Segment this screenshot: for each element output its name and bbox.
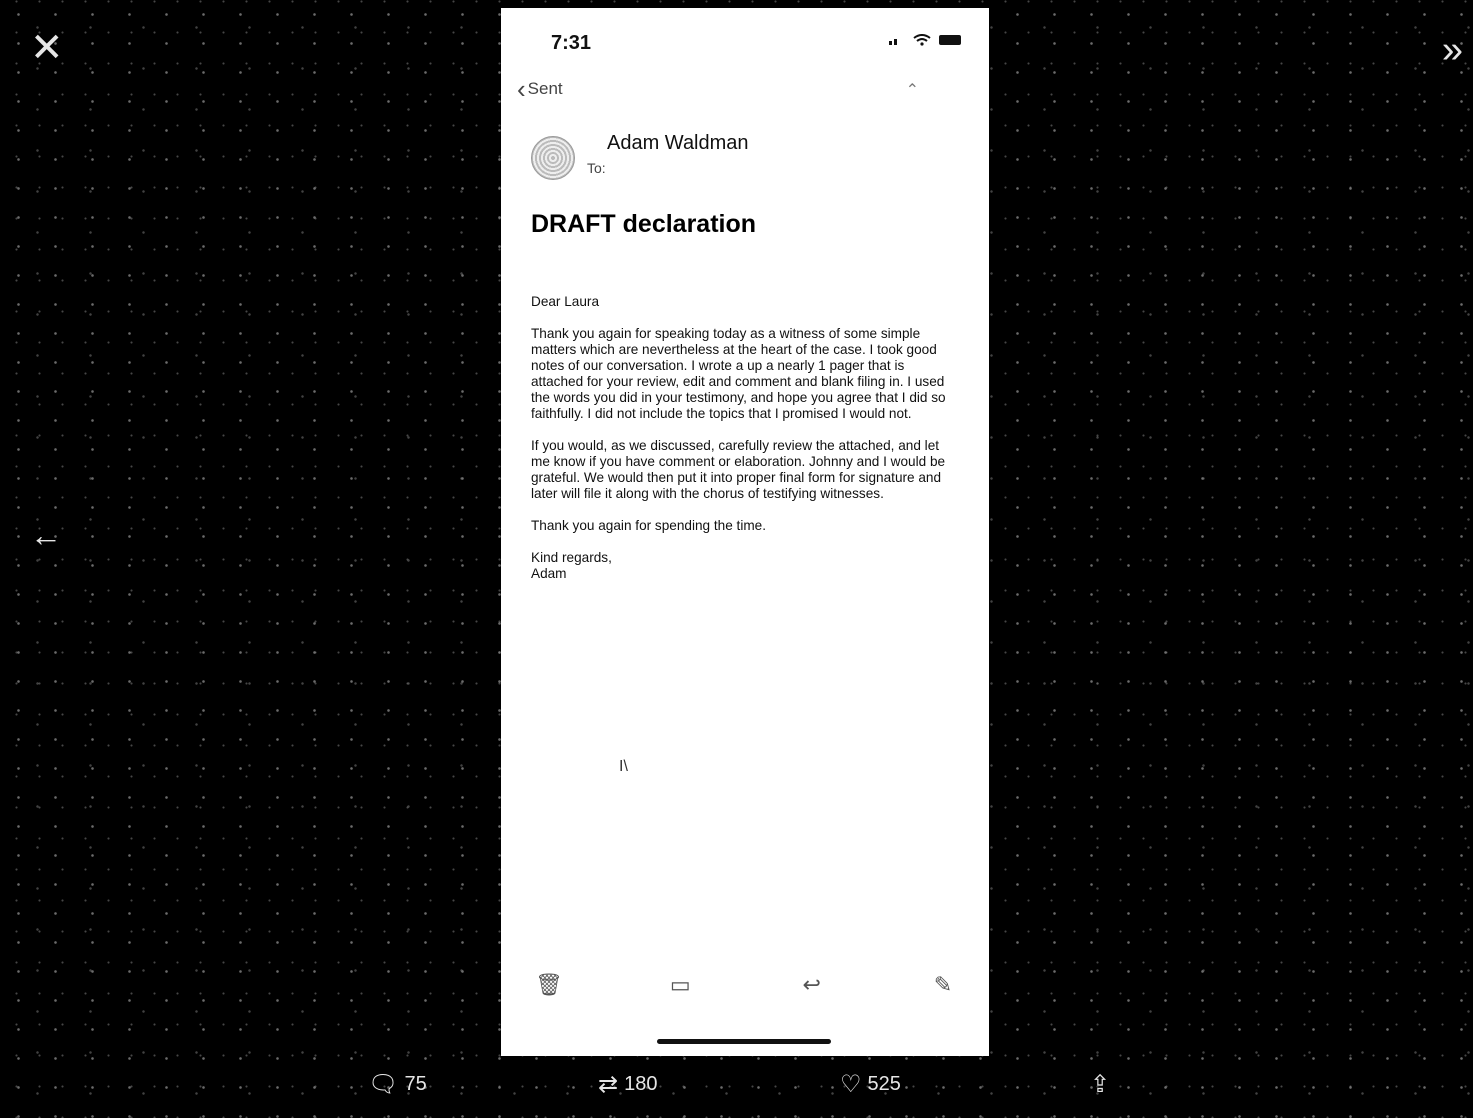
chevrons-right-icon[interactable]: » [1442, 30, 1463, 70]
arrow-left-icon[interactable]: ← [30, 515, 62, 555]
closing: Kind regards, [531, 550, 612, 565]
body-paragraph: If you would, as we discussed, carefully… [531, 438, 946, 501]
reply-icon[interactable]: ↩ [796, 972, 828, 1012]
like-button[interactable]: ♡ 525 [840, 1070, 901, 1099]
retweet-button[interactable]: ⇄ 180 [598, 1070, 657, 1099]
signal-icon [889, 35, 905, 45]
like-count: 525 [867, 1073, 901, 1095]
reply-button[interactable]: 🗨 75 [368, 1070, 427, 1099]
sender-row: Adam Waldman To: [531, 132, 961, 182]
comment-icon: 🗨 [368, 1071, 399, 1098]
tweet-actions: 🗨 75 ⇄ 180 ♡ 525 ⇪ [0, 1070, 1473, 1106]
status-time: 7:31 [551, 32, 592, 54]
back-button[interactable]: ‹ Sent [517, 76, 563, 102]
share-button[interactable]: ⇪ [1090, 1070, 1110, 1099]
close-icon[interactable]: ✕ [30, 28, 64, 68]
body-paragraph: Thank you again for speaking today as a … [531, 326, 946, 421]
folder-icon[interactable]: ▭ [664, 972, 696, 1012]
heart-icon: ♡ [840, 1071, 862, 1098]
email-subject: DRAFT declaration [531, 210, 757, 238]
greeting: Dear Laura [531, 294, 600, 309]
email-toolbar: 🗑 ▭ ↩ ✎ [501, 972, 989, 1012]
wifi-icon [913, 34, 931, 46]
status-bar: 7:31 [501, 8, 989, 68]
recipient-label: To: [587, 160, 606, 176]
compose-icon[interactable]: ✎ [927, 972, 959, 1012]
signoff: Adam [531, 566, 567, 581]
chevron-up-icon[interactable]: ⌃ [906, 80, 919, 100]
sender-name: Adam Waldman [607, 132, 749, 154]
back-label: Sent [527, 79, 563, 98]
retweet-count: 180 [624, 1073, 658, 1095]
email-body: Dear Laura Thank you again for speaking … [531, 294, 957, 582]
attachment-mark: I\ [619, 758, 628, 775]
email-screenshot: 7:31 ‹ Sent ⌃ Adam Waldman To: DRAFT dec… [501, 8, 989, 1056]
chevron-left-icon: ‹ [517, 74, 526, 104]
share-icon: ⇪ [1090, 1071, 1111, 1098]
reply-count: 75 [404, 1073, 427, 1095]
status-icons [889, 34, 961, 46]
body-paragraph: Thank you again for spending the time. [531, 518, 767, 533]
retweet-icon: ⇄ [598, 1071, 619, 1098]
battery-icon [939, 35, 961, 45]
avatar [531, 136, 575, 180]
home-indicator [657, 1039, 831, 1044]
trash-icon[interactable]: 🗑 [533, 972, 565, 1012]
